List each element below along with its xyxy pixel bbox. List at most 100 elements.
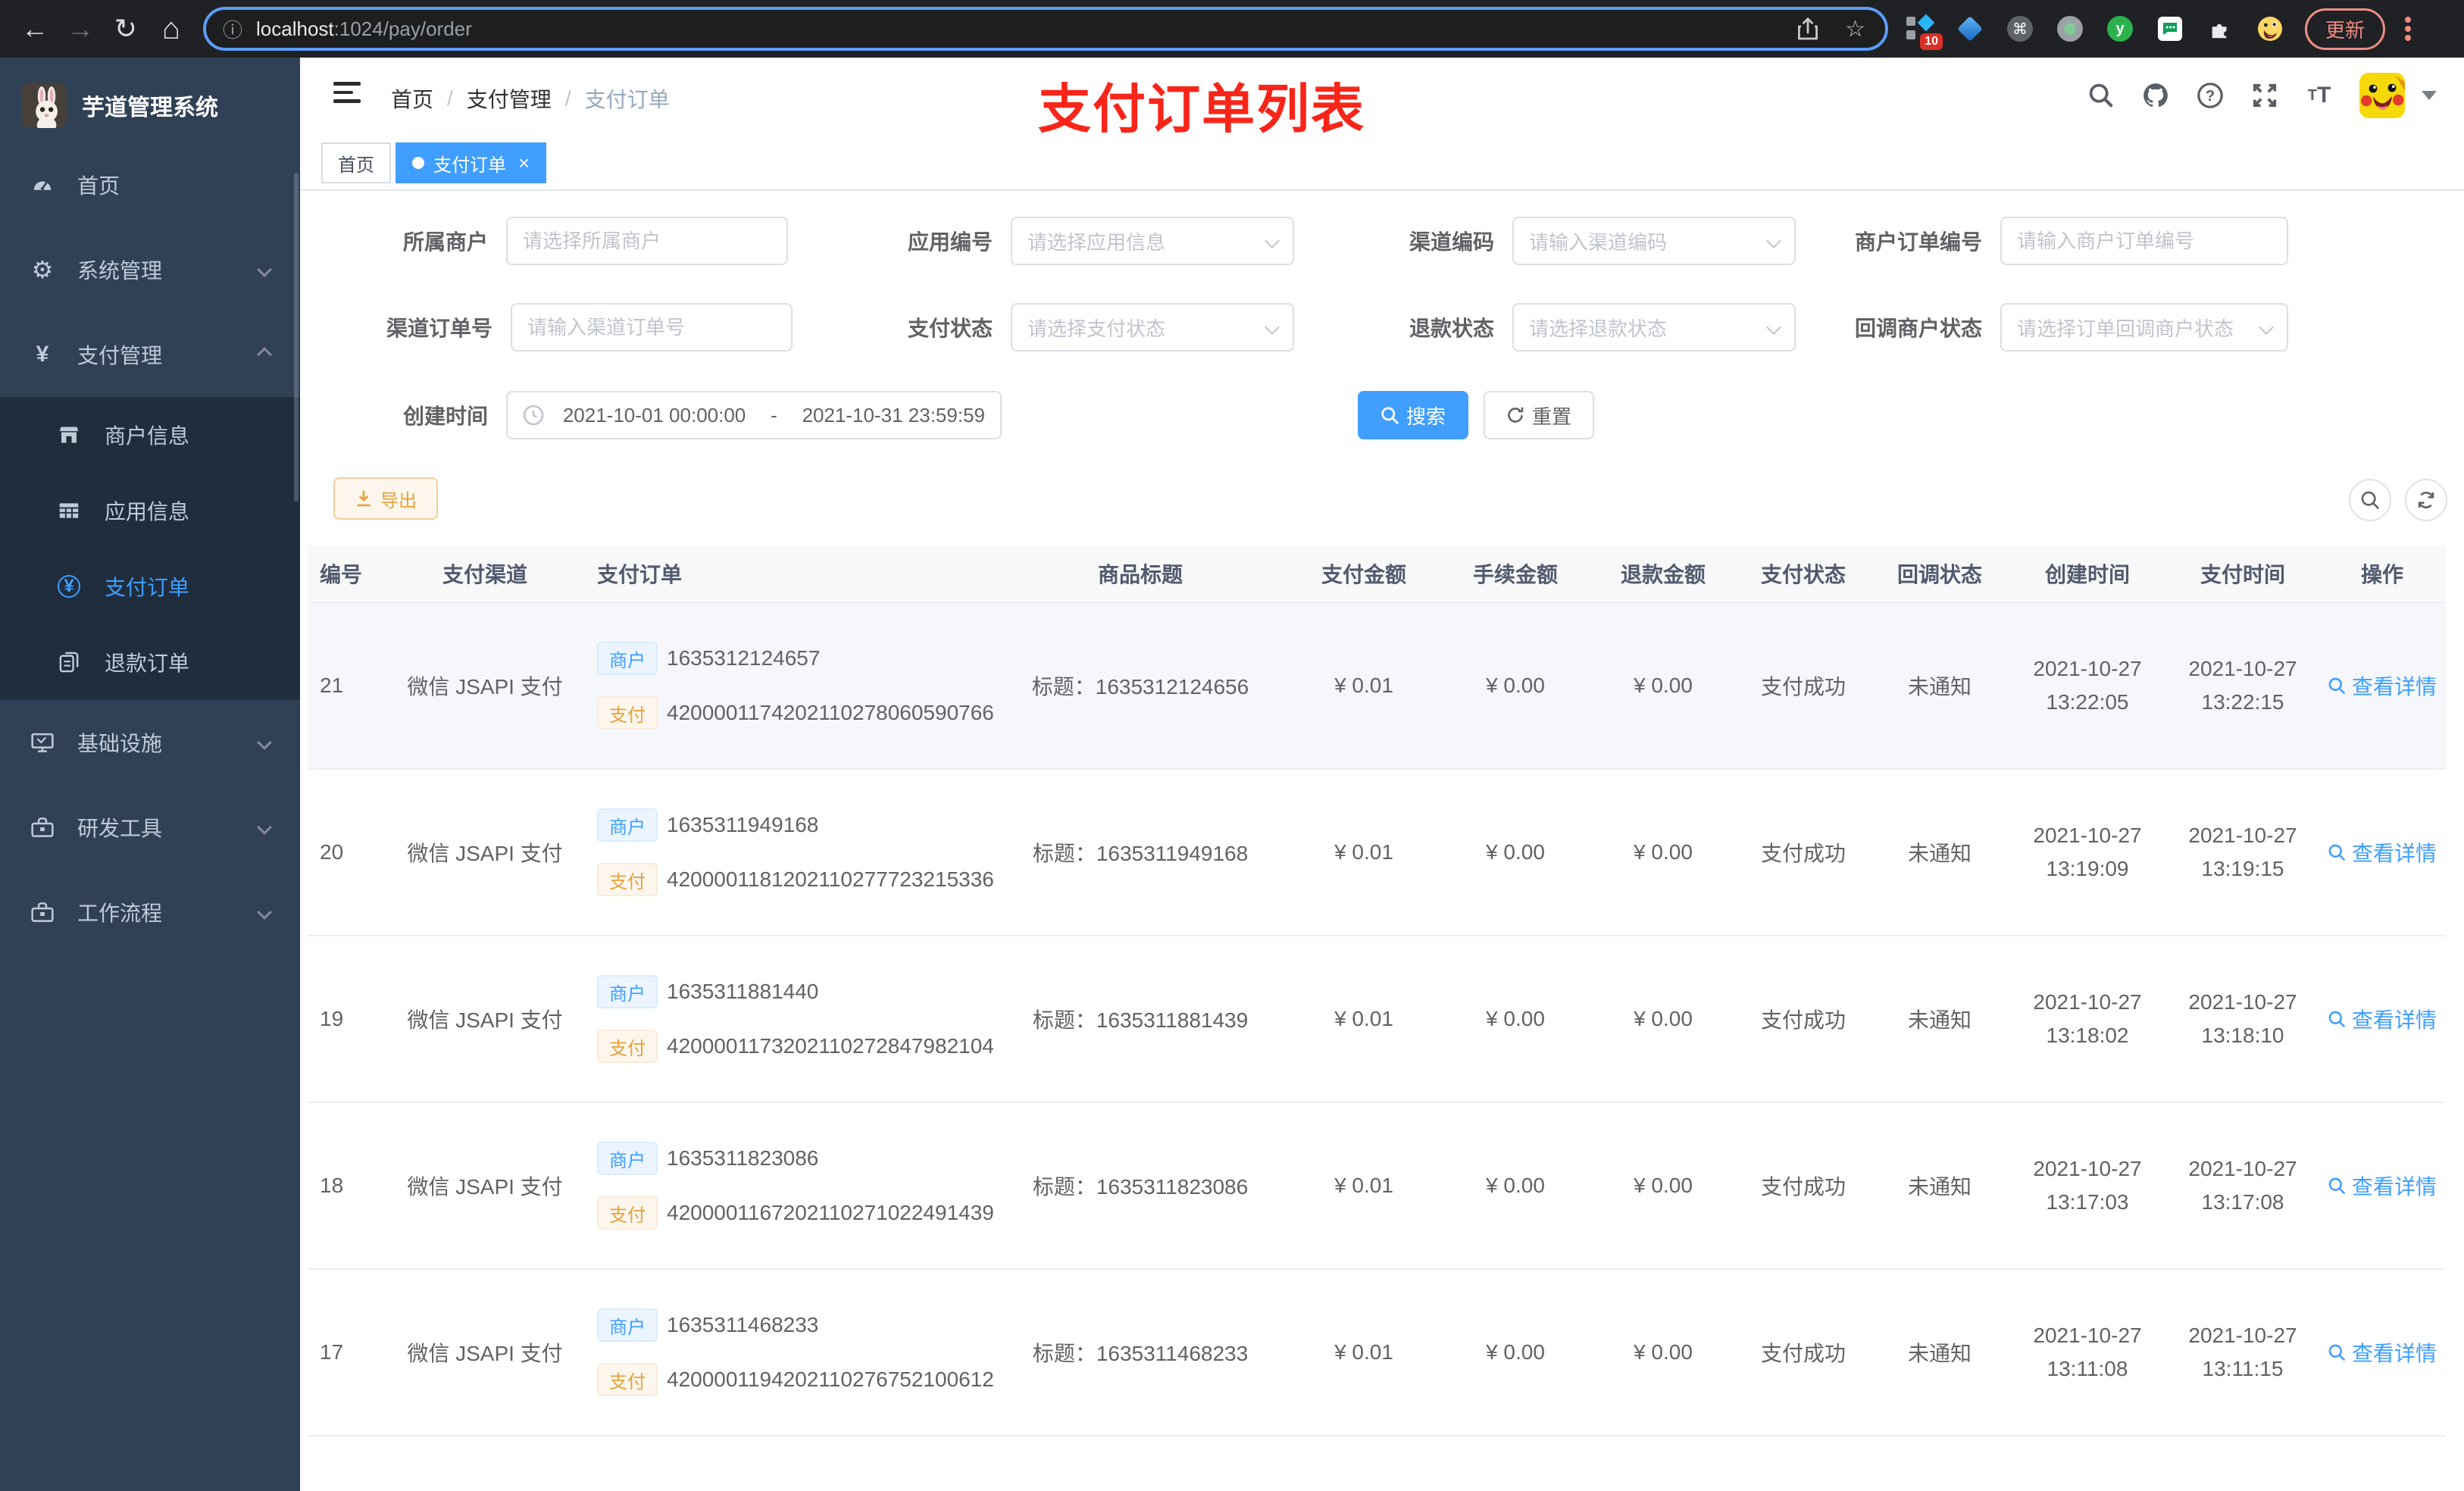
toggle-search-button[interactable]: [2349, 479, 2391, 521]
merchant-order-no: 1635312124657: [667, 646, 821, 670]
extension-recorder-icon[interactable]: [2056, 15, 2084, 42]
magnifier-icon: [2328, 1344, 2345, 1361]
address-bar[interactable]: ⓘ localhost:1024/pay/order ☆: [203, 7, 1888, 51]
extension-chat-icon[interactable]: [2156, 15, 2184, 42]
fullscreen-icon[interactable]: [2250, 81, 2279, 110]
main-content: 首页 / 支付管理 / 支付订单 支付订单列表 ? T T 首页 支付订单 × …: [300, 58, 2464, 1491]
merchant-order-line: 商户 1635311823086: [597, 1142, 993, 1175]
cell-created: 2021-10-27 13:18:02: [2033, 990, 2142, 1047]
refund-status-select[interactable]: 请选择退款状态: [1512, 303, 1796, 352]
merchant-tag: 商户: [597, 1142, 658, 1175]
cell-status: 支付成功: [1760, 842, 1846, 865]
sidebar-item-app-info[interactable]: 应用信息: [0, 473, 300, 549]
app-select[interactable]: 请选择应用信息: [1011, 217, 1295, 265]
sidebar-item-system[interactable]: ⚙ 系统管理: [0, 227, 300, 312]
chrome-update-button[interactable]: 更新: [2305, 8, 2386, 50]
search-button[interactable]: 搜索: [1358, 391, 1468, 439]
magnifier-icon: [2328, 677, 2345, 694]
cell-notify: 未通知: [1907, 675, 1972, 699]
cell-channel: 微信 JSAPI 支付: [407, 1008, 563, 1032]
tab-pay-order[interactable]: 支付订单 ×: [396, 142, 547, 183]
cell-status: 支付成功: [1760, 1342, 1846, 1365]
help-icon[interactable]: ?: [2196, 81, 2225, 110]
sidebar-item-pay-order[interactable]: ¥ 支付订单: [0, 549, 300, 624]
refresh-table-button[interactable]: [2405, 479, 2447, 521]
extension-emoji-icon[interactable]: [2256, 15, 2284, 42]
sidebar-item-merchant-info[interactable]: 商户信息: [0, 397, 300, 473]
channel-pay-line: 支付 4200001194202110276752100612: [597, 1363, 994, 1396]
channel-order-no-input[interactable]: [511, 303, 793, 352]
view-detail-link[interactable]: 查看详情: [2328, 1337, 2437, 1368]
date-range-picker[interactable]: 2021-10-01 00:00:00 - 2021-10-31 23:59:5…: [506, 391, 1002, 439]
export-button[interactable]: 导出: [333, 477, 438, 520]
breadcrumb-current: 支付订单: [584, 88, 670, 111]
breadcrumb-home[interactable]: 首页: [391, 83, 433, 114]
bookmark-star-icon[interactable]: ☆: [1845, 16, 1865, 42]
orders-table: 编号 支付渠道 支付订单 商品标题 支付金额 手续金额 退款金额 支付状态 回调…: [308, 545, 2446, 1491]
view-detail-link[interactable]: 查看详情: [2328, 1004, 2437, 1034]
browser-menu-icon[interactable]: [2405, 26, 2412, 32]
github-icon[interactable]: [2141, 81, 2170, 110]
back-icon[interactable]: ←: [12, 6, 58, 52]
sidebar-item-workflow[interactable]: 工作流程: [0, 870, 300, 955]
extension-y-icon[interactable]: y: [2106, 15, 2134, 42]
search-icon[interactable]: [2087, 81, 2115, 110]
sidebar-scrollbar[interactable]: [294, 173, 299, 502]
page-title-annotation: 支付订单列表: [1038, 80, 1365, 139]
merchant-input[interactable]: [506, 217, 789, 265]
reload-icon[interactable]: ↻: [103, 6, 149, 52]
col-channel: 支付渠道: [442, 563, 527, 586]
sidebar-item-infra[interactable]: 基础设施: [0, 700, 300, 785]
view-detail-link[interactable]: 查看详情: [2328, 837, 2437, 867]
extensions-puzzle-icon[interactable]: [2206, 15, 2234, 42]
merchant-order-line: 商户 1635311468233: [597, 1308, 993, 1342]
cell-notify: 未通知: [1907, 1342, 1972, 1365]
logo-rabbit-image: [21, 83, 67, 128]
filter-pay-status: 支付状态 请选择支付状态: [908, 303, 1295, 352]
hamburger-icon[interactable]: [333, 82, 361, 106]
cell-created: 2021-10-27 13:19:09: [2033, 824, 2142, 880]
merchant-order-no-input[interactable]: [2000, 217, 2289, 265]
tab-home[interactable]: 首页: [321, 142, 391, 183]
extension-command-icon[interactable]: ⌘: [2006, 15, 2034, 42]
sidebar-item-refund-order[interactable]: 退款订单: [0, 624, 300, 700]
filter-merchant-order-no: 商户订单编号: [1855, 217, 2289, 265]
tab-close-icon[interactable]: ×: [518, 152, 530, 175]
font-size-icon[interactable]: TT: [2305, 81, 2334, 110]
view-detail-link[interactable]: 查看详情: [2328, 1171, 2437, 1201]
cell-paid: 2021-10-27 13:17:08: [2188, 1157, 2297, 1214]
table-row: 21 微信 JSAPI 支付 商户 1635312124657 支付 42000…: [308, 603, 2446, 770]
merchant-order-no: 1635311823086: [667, 1146, 819, 1170]
forward-icon[interactable]: →: [58, 6, 103, 52]
col-notify: 回调状态: [1896, 563, 1982, 586]
channel-pay-line: 支付 4200001181202110277723215336: [597, 863, 994, 896]
sidebar-item-pay[interactable]: ¥ 支付管理: [0, 312, 300, 397]
extension-workona-icon[interactable]: 10: [1906, 14, 1943, 50]
view-detail-link[interactable]: 查看详情: [2328, 670, 2437, 701]
logo-row[interactable]: 芋道管理系统: [0, 58, 300, 142]
user-avatar[interactable]: [2359, 73, 2405, 118]
reset-button[interactable]: 重置: [1484, 391, 1594, 439]
home-icon[interactable]: ⌂: [149, 6, 194, 52]
cell-pay-order: 商户 1635311949168 支付 42000011812021102777…: [576, 808, 994, 896]
channel-code-select[interactable]: 请输入渠道编码: [1512, 217, 1796, 265]
cell-actions: 查看详情: [2319, 670, 2446, 701]
sidebar-item-dev-tools[interactable]: 研发工具: [0, 785, 300, 870]
table-row: 商户 1635311351726: [308, 1436, 2446, 1491]
notify-status-select[interactable]: 请选择订单回调商户状态: [2000, 303, 2289, 352]
pay-status-select[interactable]: 请选择支付状态: [1011, 303, 1295, 352]
merchant-order-no: 1635311468233: [667, 1313, 819, 1336]
cell-no: 17: [320, 1340, 344, 1364]
cell-no: 21: [320, 674, 344, 697]
col-created: 创建时间: [2044, 563, 2130, 586]
cell-paid: 2021-10-27 13:19:15: [2188, 824, 2297, 880]
cell-pay-order: 商户 1635311881440 支付 42000011732021102728…: [576, 975, 994, 1063]
extension-sketch-icon[interactable]: [1956, 15, 1984, 42]
share-icon[interactable]: [1796, 17, 1819, 41]
site-info-icon[interactable]: ⓘ: [223, 15, 242, 43]
sidebar-item-home[interactable]: 首页: [0, 142, 300, 227]
table-grid-icon: [58, 499, 80, 522]
avatar-caret-icon[interactable]: [2422, 91, 2437, 100]
magnifier-icon: [2328, 1011, 2345, 1027]
breadcrumb-pay[interactable]: 支付管理: [467, 83, 552, 114]
